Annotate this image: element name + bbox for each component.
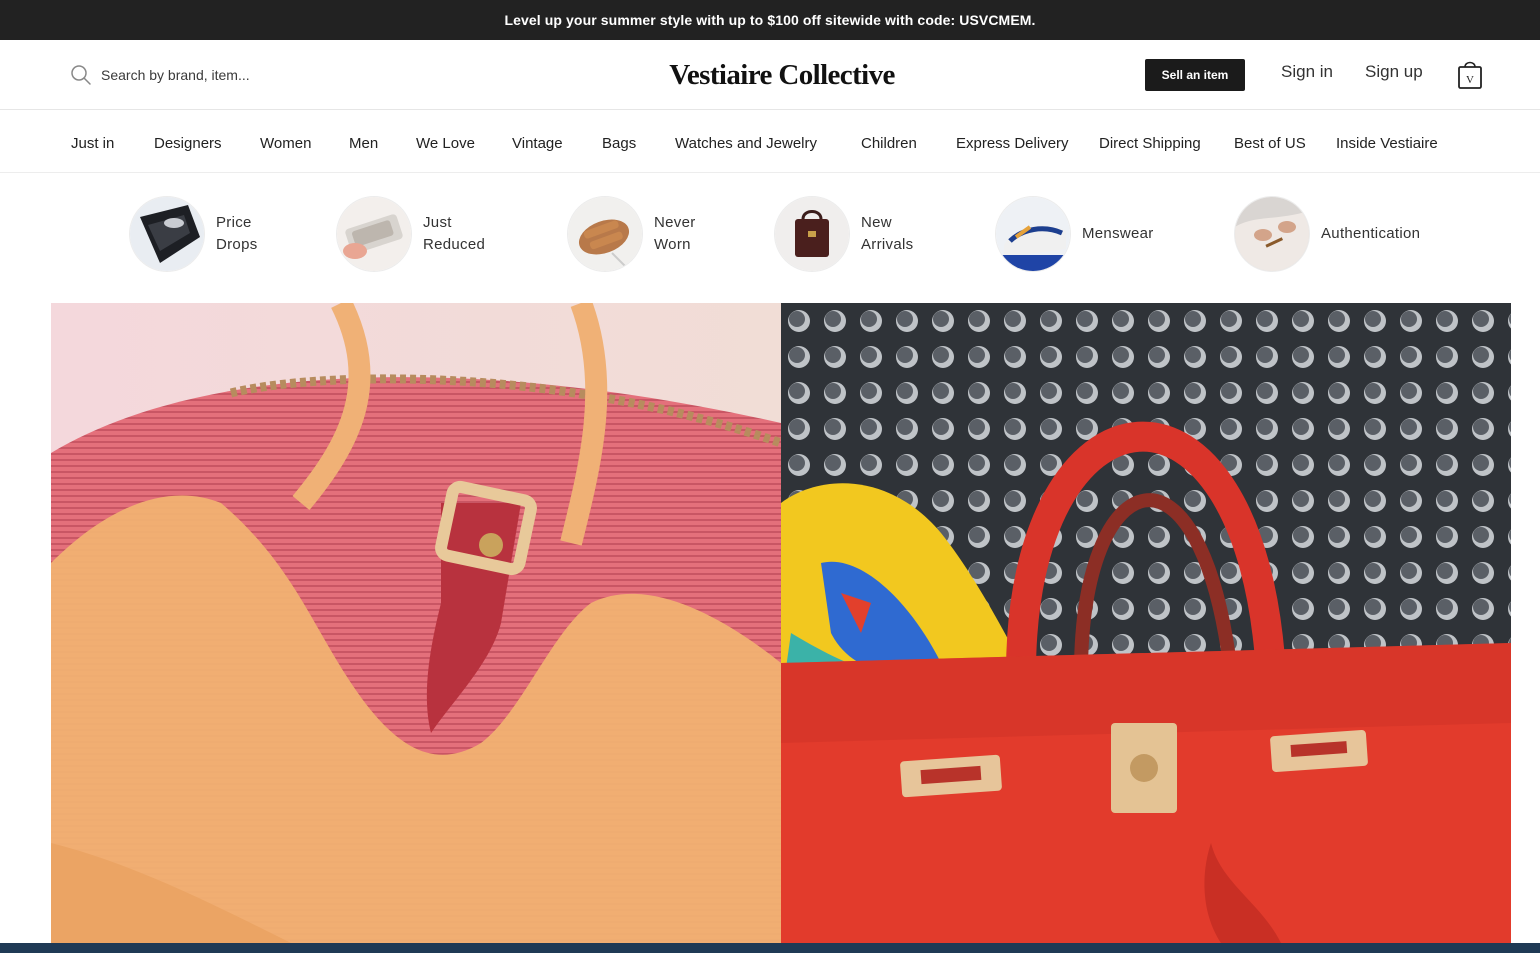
category-label-line1: Menswear [1082,225,1154,242]
sign-up-link[interactable]: Sign up [1365,62,1423,82]
nav-item-just-in[interactable]: Just in [71,135,114,152]
promo-text: Level up your summer style with up to $1… [504,12,1036,28]
hero-banner-right[interactable] [781,303,1511,943]
promo-banner: Level up your summer style with up to $1… [0,0,1540,40]
nav-item-vintage[interactable]: Vintage [512,135,563,152]
main-nav: Just in Designers Women Men We Love Vint… [0,110,1540,173]
category-label-line2: Reduced [423,236,486,253]
hero-image-left [51,303,781,943]
nav-item-bags[interactable]: Bags [602,135,636,152]
category-label-line2: Arrivals [861,236,914,253]
nav-item-express-delivery[interactable]: Express Delivery [956,135,1069,152]
nav-item-we-love[interactable]: We Love [416,135,475,152]
never-worn-thumbnail [568,197,642,271]
search-bar[interactable] [70,63,330,87]
nav-item-designers[interactable]: Designers [154,135,222,152]
sell-item-button[interactable]: Sell an item [1145,59,1245,91]
category-price-drops[interactable]: Price Drops [130,196,326,272]
nav-item-men[interactable]: Men [349,135,378,152]
category-never-worn[interactable]: Never Worn [568,196,764,272]
category-label-line1: Authentication [1321,225,1421,242]
category-label-line2: Drops [216,236,258,253]
nav-item-direct-shipping[interactable]: Direct Shipping [1099,135,1201,152]
hero-image-right [781,303,1511,943]
category-new-arrivals[interactable]: New Arrivals [775,196,971,272]
os-taskbar [0,943,1540,953]
nav-item-children[interactable]: Children [861,135,917,152]
just-reduced-thumbnail [337,197,411,271]
site-logo[interactable]: Vestiaire Collective [620,54,944,96]
category-label-line1: Never [654,214,696,231]
category-label-line1: New [861,214,892,231]
new-arrivals-thumbnail [775,197,849,271]
search-input[interactable] [101,67,321,83]
nav-item-inside-vestiaire[interactable]: Inside Vestiaire [1336,135,1438,152]
nav-item-best-of-us[interactable]: Best of US [1234,135,1306,152]
category-just-reduced[interactable]: Just Reduced [337,196,533,272]
nav-item-watches-jewelry[interactable]: Watches and Jewelry [675,135,817,152]
nav-item-women[interactable]: Women [260,135,311,152]
authentication-thumbnail [1235,197,1309,271]
bag-letter: V [1466,74,1474,86]
menswear-thumbnail [996,197,1070,271]
header: Vestiaire Collective Sell an item Sign i… [0,40,1540,110]
category-label-line1: Price [216,214,252,231]
category-menswear[interactable]: Menswear [996,196,1192,272]
search-icon [71,65,91,85]
category-authentication[interactable]: Authentication [1235,196,1431,272]
shopping-bag-icon[interactable]: V [1457,58,1483,90]
sign-in-link[interactable]: Sign in [1281,62,1333,82]
category-label-line1: Just [423,214,452,231]
price-drops-thumbnail [130,197,204,271]
category-label-line2: Worn [654,236,691,253]
hero-banner-left[interactable] [51,303,781,943]
